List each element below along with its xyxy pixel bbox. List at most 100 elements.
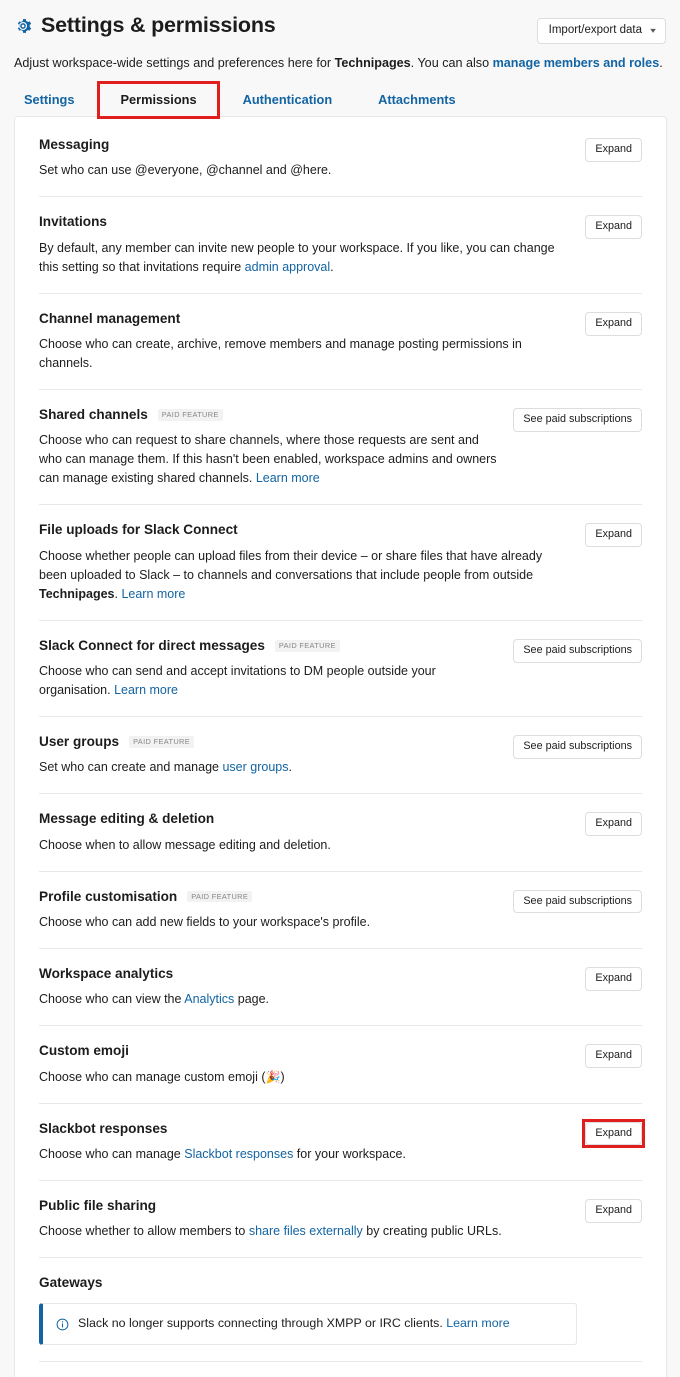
tab-settings[interactable]: Settings — [14, 84, 97, 116]
section-header: User groups PAID FEATURE — [39, 734, 499, 750]
expand-button[interactable]: Expand — [585, 966, 642, 991]
permission-section: Shared channels PAID FEATURE Choose who ca… — [39, 389, 642, 504]
section-description: Choose when to allow message editing and… — [39, 836, 559, 855]
inline-text: Set who can use @everyone, @channel and … — [39, 163, 332, 178]
workspace-name: Technipages — [334, 55, 411, 70]
section-title: Profile customisation — [39, 888, 178, 904]
subtitle-text-2: . You can also — [410, 55, 493, 70]
inline-text: Choose who can view the — [39, 992, 185, 1007]
inline-link[interactable]: Slackbot responses — [184, 1147, 293, 1161]
tab-bar: Settings Permissions Authentication Attachm… — [0, 84, 680, 116]
chevron-down-icon: ▾ — [650, 25, 656, 35]
gear-icon — [17, 18, 32, 33]
inline-text: Choose who can manage custom emoji ( — [39, 1069, 266, 1084]
gateways-notice: Slack no longer supports connecting thro… — [39, 1303, 577, 1345]
inline-link[interactable]: user groups — [222, 760, 288, 774]
section-header: File uploads for Slack Connect — [39, 522, 571, 538]
expand-button[interactable]: Expand — [585, 138, 642, 162]
section-title: Shared channels — [39, 407, 148, 423]
page-subtitle: Adjust workspace-wide settings and prefe… — [14, 54, 666, 72]
section-header: Custom emoji — [39, 1043, 571, 1059]
section-description: Choose whether people can upload files f… — [39, 547, 559, 604]
expand-button[interactable]: Expand — [585, 1121, 642, 1146]
section-title: Slack Connect for direct messages — [39, 637, 265, 653]
permission-section: Public file sharing Choose whether to all… — [39, 1179, 642, 1257]
section-description: Choose who can create, archive, remove m… — [39, 335, 559, 373]
inline-text: by creating public URLs. — [362, 1224, 502, 1239]
section-header: Slack Connect for direct messages PAID FE… — [39, 638, 499, 654]
expand-button[interactable]: Expand — [585, 1198, 642, 1223]
see-paid-subscriptions-button[interactable]: See paid subscriptions — [513, 638, 642, 663]
inline-link[interactable]: Learn more — [121, 587, 185, 601]
section-header: Workspace analytics — [39, 966, 571, 982]
inline-text: Set who can create and manage — [39, 760, 223, 775]
subtitle-text-1: Adjust workspace-wide settings and prefe… — [14, 55, 335, 70]
section-description: Choose who can add new fields to your wo… — [39, 913, 499, 932]
inline-text: for your workspace. — [293, 1146, 406, 1161]
section-body: Messaging Set who can use @everyone, @cha… — [39, 137, 571, 180]
import-export-data-button[interactable]: Import/export data ▾ — [536, 18, 666, 44]
section-header: Public file sharing — [39, 1198, 571, 1214]
expand-button[interactable]: Expand — [585, 215, 642, 240]
inline-text: page. — [234, 992, 270, 1007]
tab-attachments[interactable]: Attachments — [355, 84, 479, 116]
paid-feature-badge: PAID FEATURE — [187, 891, 253, 903]
inline-text: Choose who can create, archive, remove m… — [39, 337, 522, 371]
paid-feature-badge: PAID FEATURE — [157, 409, 223, 421]
inline-link[interactable]: Analytics — [184, 992, 234, 1006]
permission-section: Profile customisation PAID FEATURE Choose … — [39, 870, 642, 948]
section-body: Workspace analytics Choose who can view t… — [39, 966, 571, 1009]
tab-authentication[interactable]: Authentication — [220, 84, 356, 116]
inline-link[interactable]: share files externally — [249, 1224, 363, 1238]
paid-feature-badge: PAID FEATURE — [274, 640, 340, 652]
section-header: Gateways — [39, 1275, 642, 1291]
tab-permissions[interactable]: Permissions — [97, 84, 219, 116]
section-title: Public file sharing — [39, 1197, 157, 1213]
title-group: Settings & permissions — [14, 12, 276, 38]
expand-button[interactable]: Expand — [585, 311, 642, 336]
section-body: User groups PAID FEATURE Set who can creat… — [39, 734, 499, 777]
inline-text: Choose who can add new fields to your wo… — [39, 914, 371, 929]
inline-text: ) — [280, 1069, 285, 1084]
permission-section: User groups PAID FEATURE Set who can creat… — [39, 715, 642, 793]
permissions-card: Messaging Set who can use @everyone, @cha… — [14, 116, 667, 1377]
learn-more-link[interactable]: Learn more — [446, 1316, 509, 1330]
settings-permissions-page: Settings & permissions Import/export dat… — [0, 0, 680, 1377]
inline-text: Choose whether people can upload files f… — [39, 548, 543, 582]
section-title: Slackbot responses — [39, 1120, 168, 1136]
section-description: Choose whether to allow members to share… — [39, 1222, 559, 1241]
section-header: Messaging — [39, 137, 571, 153]
expand-button[interactable]: Expand — [585, 812, 642, 837]
inline-text: Choose who can send and accept invitatio… — [39, 663, 436, 697]
section-title: Gateways — [39, 1275, 103, 1291]
section-description: Set who can create and manage user group… — [39, 758, 499, 777]
inline-link[interactable]: Learn more — [114, 683, 178, 697]
section-body: Slack Connect for direct messages PAID FE… — [39, 638, 499, 700]
section-description: Choose who can view the Analytics page. — [39, 990, 559, 1009]
inline-link[interactable]: Learn more — [256, 471, 320, 485]
see-paid-subscriptions-button[interactable]: See paid subscriptions — [513, 408, 642, 432]
inline-text: . — [288, 760, 292, 775]
notice-message: Slack no longer supports connecting thro… — [78, 1316, 447, 1331]
section-header: Channel management — [39, 311, 571, 327]
see-paid-subscriptions-button[interactable]: See paid subscriptions — [513, 889, 642, 914]
section-header: Invitations — [39, 214, 571, 230]
permission-section: Message editing & deletion Choose when to… — [39, 793, 642, 870]
manage-members-and-roles-link[interactable]: manage members and roles — [493, 56, 660, 70]
permission-section: Invitations By default, any member can in… — [39, 196, 642, 292]
expand-button[interactable]: Expand — [585, 523, 642, 548]
section-title: Custom emoji — [39, 1043, 129, 1059]
subtitle-text-3: . — [659, 55, 663, 70]
section-body: File uploads for Slack Connect Choose whe… — [39, 522, 571, 603]
section-body: Shared channels PAID FEATURE Choose who ca… — [39, 407, 499, 488]
section-description: Choose who can manage custom emoji (🎉) — [39, 1068, 559, 1087]
permission-section: Slackbot responses Choose who can manage … — [39, 1102, 642, 1180]
permission-section: Slack Connect for direct messages PAID FE… — [39, 619, 642, 716]
section-body: Channel management Choose who can create,… — [39, 311, 571, 373]
inline-bold-text: Technipages — [39, 586, 115, 601]
section-title: Messaging — [39, 137, 110, 153]
expand-button[interactable]: Expand — [585, 1044, 642, 1069]
inline-link[interactable]: admin approval — [245, 260, 330, 274]
paid-feature-badge: PAID FEATURE — [129, 736, 194, 748]
see-paid-subscriptions-button[interactable]: See paid subscriptions — [513, 734, 642, 759]
